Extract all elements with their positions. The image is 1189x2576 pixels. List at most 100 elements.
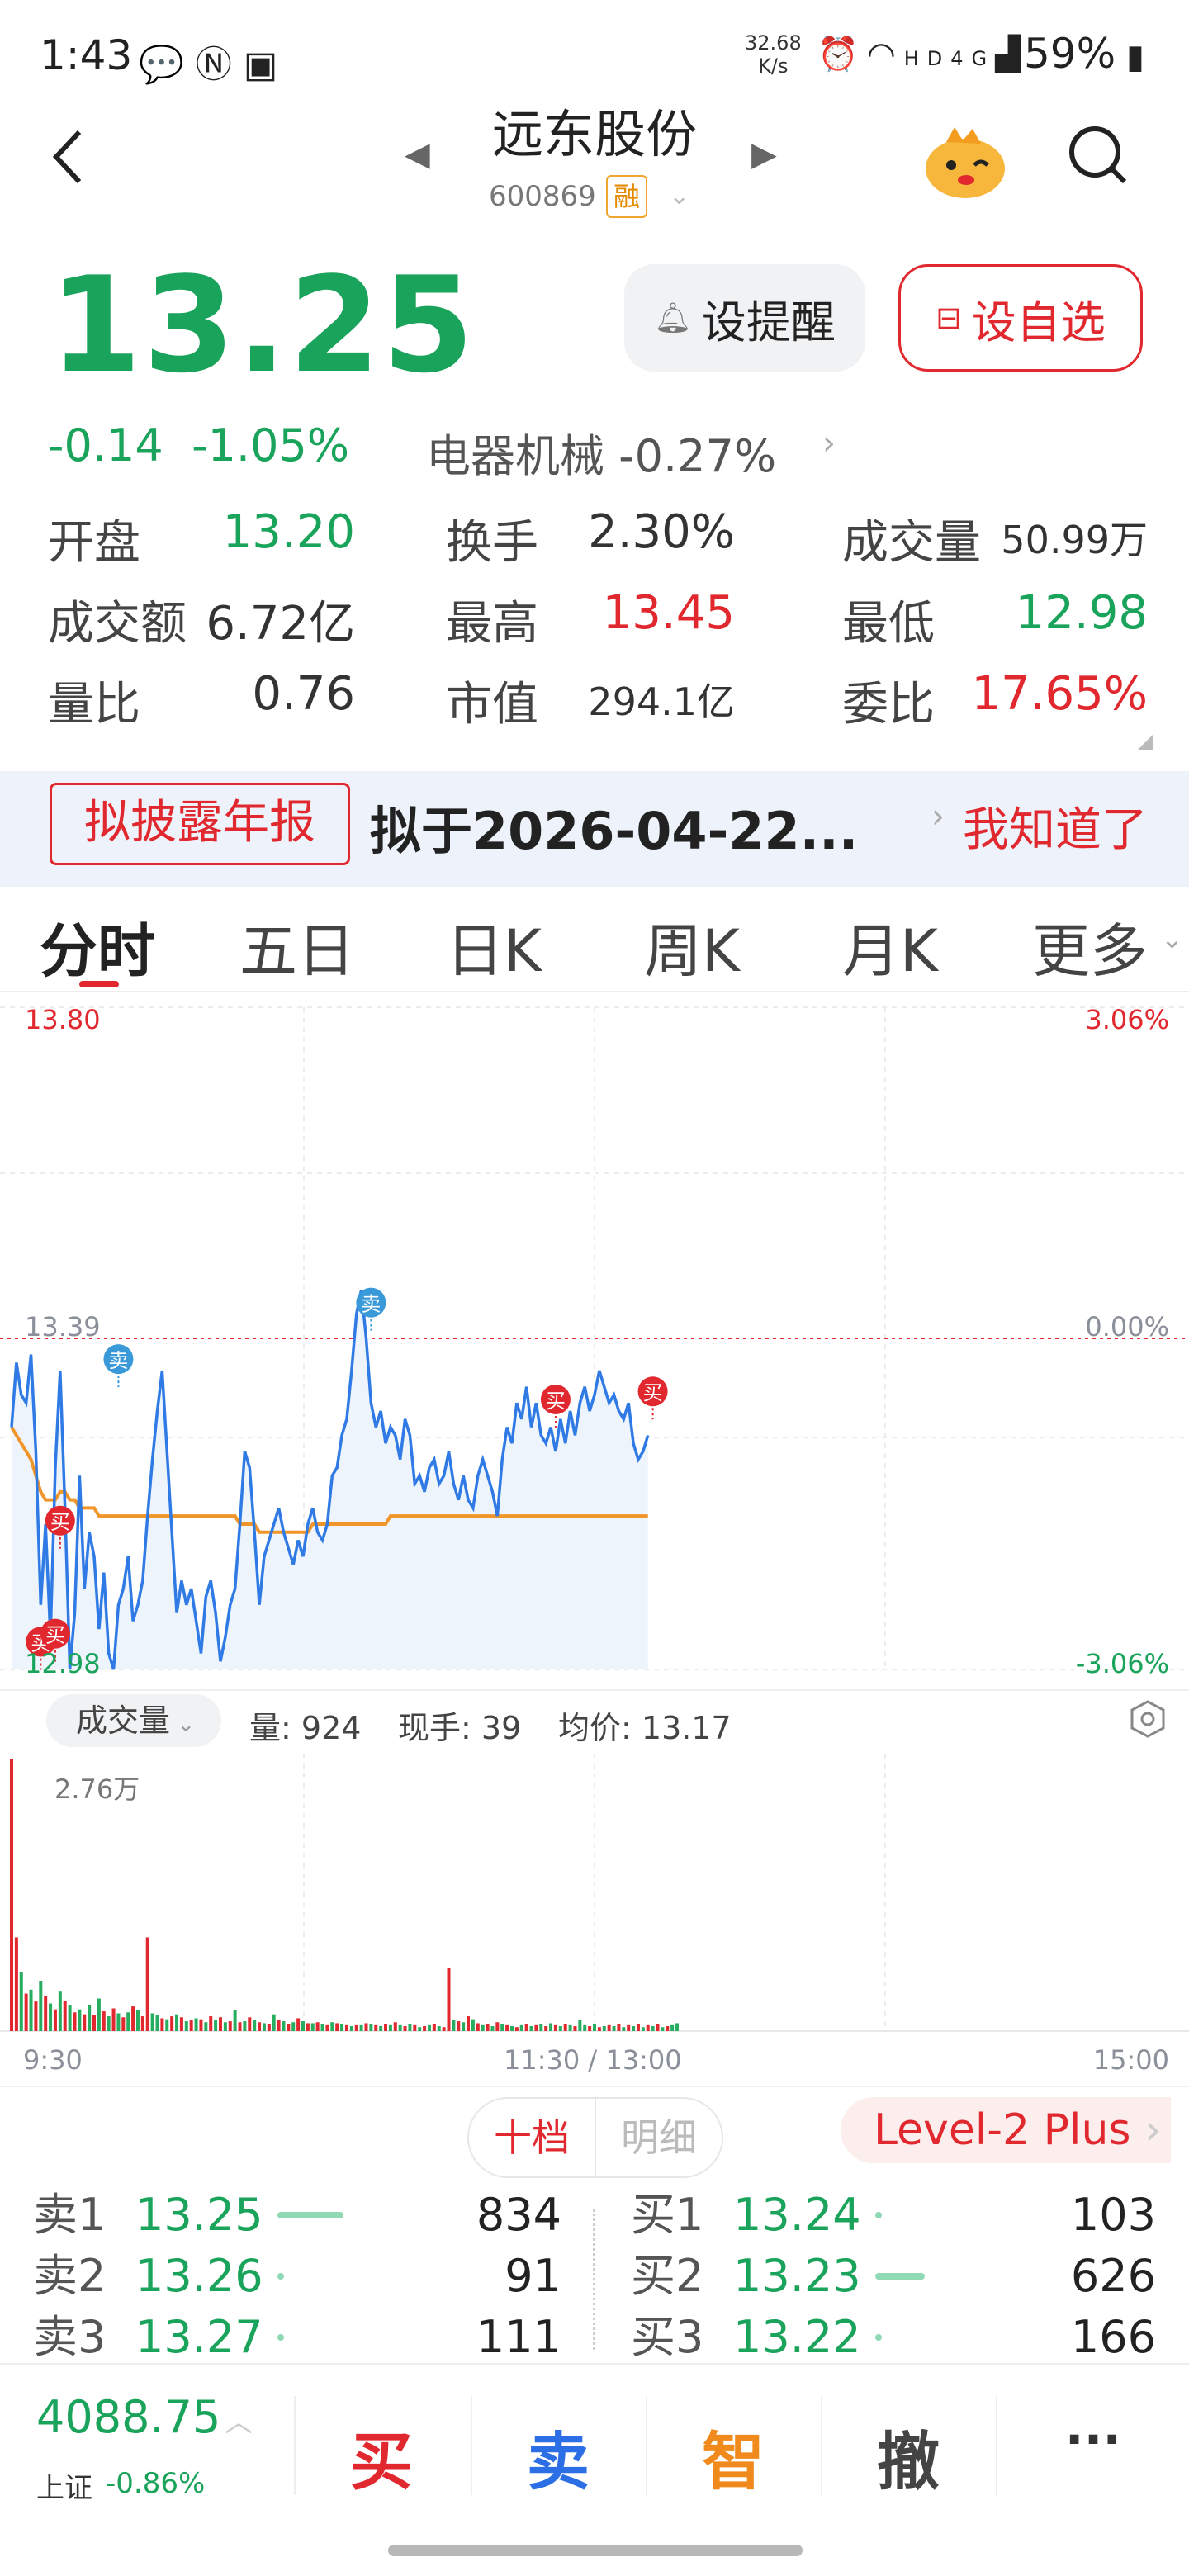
volume-bar [364, 2023, 368, 2031]
dismiss-banner-link[interactable]: 我知道了 [963, 793, 1148, 859]
volume-bar [199, 2019, 203, 2031]
expand-corner-icon[interactable] [1138, 735, 1153, 750]
volume-bar [656, 2024, 660, 2031]
buy-marker-label: 买 [45, 1624, 65, 1647]
volume-bar [447, 1968, 451, 2031]
mascot-icon[interactable] [921, 125, 1009, 200]
settings-button[interactable] [1128, 1699, 1168, 1739]
volume-bar [398, 2024, 402, 2031]
volume-bar [558, 2026, 562, 2031]
volume-bar [214, 2020, 218, 2031]
tab-4[interactable]: 月K [842, 905, 938, 988]
search-button[interactable] [1065, 122, 1131, 188]
hd-label: HD [903, 47, 951, 70]
volume-bar [413, 2024, 417, 2031]
volume-bar [509, 2026, 514, 2031]
buy-button[interactable]: 买 [299, 2411, 464, 2502]
tab-detail[interactable]: 明细 [596, 2099, 722, 2176]
volume-bar [126, 2012, 130, 2031]
volume-bar [452, 2020, 456, 2031]
volume-bar [63, 2000, 67, 2031]
index-change: -0.86% [106, 2467, 206, 2500]
volume-bar [442, 2027, 446, 2031]
toolbar-divider [646, 2396, 647, 2495]
volume-bar [97, 1998, 101, 2031]
stat-label: 市值 [446, 678, 538, 732]
volume-bar [53, 2009, 57, 2031]
next-stock-button[interactable]: ▶ [751, 135, 777, 173]
chevron-up-icon[interactable]: ︿ [225, 2399, 253, 2440]
volume-bar [14, 1937, 18, 2031]
time-start: 9:30 [23, 2044, 83, 2076]
volume-bar [632, 2026, 636, 2031]
volume-bar [462, 2022, 466, 2031]
tab-ten-levels[interactable]: 十档 [469, 2099, 596, 2176]
volume-bar [29, 1989, 33, 2031]
add-watchlist-button[interactable]: ⊟ 设自选 [898, 264, 1143, 372]
avg-price-info: 均价: 13.17 [558, 1710, 732, 1746]
volume-indicator-select[interactable]: 成交量 ⌄ [46, 1694, 221, 1747]
sell-level-depth-bar [277, 2334, 284, 2341]
level2-plus-button[interactable]: Level-2 Plus › [841, 2097, 1171, 2163]
set-alert-button[interactable]: 🔔︎ 设提醒 [624, 264, 865, 372]
volume-bar [403, 2026, 407, 2031]
buy-level-price: 13.24 [733, 2189, 861, 2241]
toolbar-divider [471, 2396, 472, 2495]
volume-bar [471, 2019, 475, 2031]
sell-level-qty: 111 [476, 2311, 561, 2363]
sell-level-depth-bar [277, 2273, 284, 2280]
chevron-down-icon[interactable]: ⌄ [669, 182, 689, 211]
prev-stock-button[interactable]: ◀ [405, 135, 430, 173]
volume-bar [291, 2022, 296, 2031]
stock-code: 600869 [489, 180, 596, 213]
volume-bar [524, 2024, 528, 2031]
volume-info: 量: 924 [249, 1710, 362, 1746]
stat-value: 0.76 [252, 667, 355, 721]
volume-bar [301, 2021, 305, 2031]
volume-bar [262, 2023, 266, 2031]
tab-0[interactable]: 分时 [40, 905, 155, 988]
sell-level-qty: 834 [476, 2189, 561, 2241]
search-icon [1069, 126, 1127, 184]
intraday-chart[interactable]: 卖买买买卖买买 [0, 991, 1189, 1693]
volume-divider [0, 1689, 1189, 1691]
tab-2[interactable]: 日K [446, 905, 542, 988]
volume-bar [563, 2024, 567, 2031]
volume-bar [457, 2021, 461, 2031]
battery-icon: ▮ [1116, 38, 1144, 76]
sell-level-price: 13.25 [135, 2189, 263, 2241]
tab-3[interactable]: 周K [644, 905, 740, 988]
volume-bar [505, 2024, 509, 2031]
sell-button[interactable]: 卖 [476, 2411, 641, 2502]
more-button[interactable]: ··· [1011, 2411, 1176, 2469]
toolbar-divider [821, 2396, 822, 2495]
volume-bar [92, 2015, 97, 2031]
tab-indicator [79, 981, 119, 987]
index-value[interactable]: 4088.75 [36, 2391, 220, 2443]
chevron-down-icon: ⌄ [1161, 923, 1183, 954]
volume-bar [423, 2026, 427, 2031]
stat-value: 17.65% [971, 667, 1148, 721]
stat-value: 12.98 [1015, 586, 1148, 640]
volume-bar [88, 2005, 92, 2031]
back-button[interactable] [46, 124, 96, 190]
tab-1[interactable]: 五日 [239, 905, 355, 988]
volume-bar [121, 2017, 126, 2031]
smart-trade-button[interactable]: 智 [651, 2411, 816, 2502]
volume-bar [573, 2026, 577, 2031]
status-right-icons: ⏰◠HD4G▟ [817, 35, 1029, 73]
volume-bar [388, 2024, 392, 2031]
volume-bar [170, 2016, 174, 2031]
cancel-order-button[interactable]: 撤 [826, 2411, 991, 2502]
watchlist-icon: ⊟ [936, 300, 962, 336]
volume-bar [272, 2014, 276, 2031]
sector-link[interactable]: 电器机械 -0.27% [426, 419, 776, 485]
toolbar-divider [996, 2396, 997, 2495]
status-time: 1:43 [40, 31, 133, 79]
tab-5[interactable]: 更多 [1032, 905, 1148, 988]
volume-bar [583, 2024, 587, 2031]
volume-chart[interactable] [0, 1754, 1189, 2034]
volume-bar [622, 2027, 626, 2031]
volume-bar [223, 2022, 227, 2031]
volume-bar [160, 2018, 164, 2031]
